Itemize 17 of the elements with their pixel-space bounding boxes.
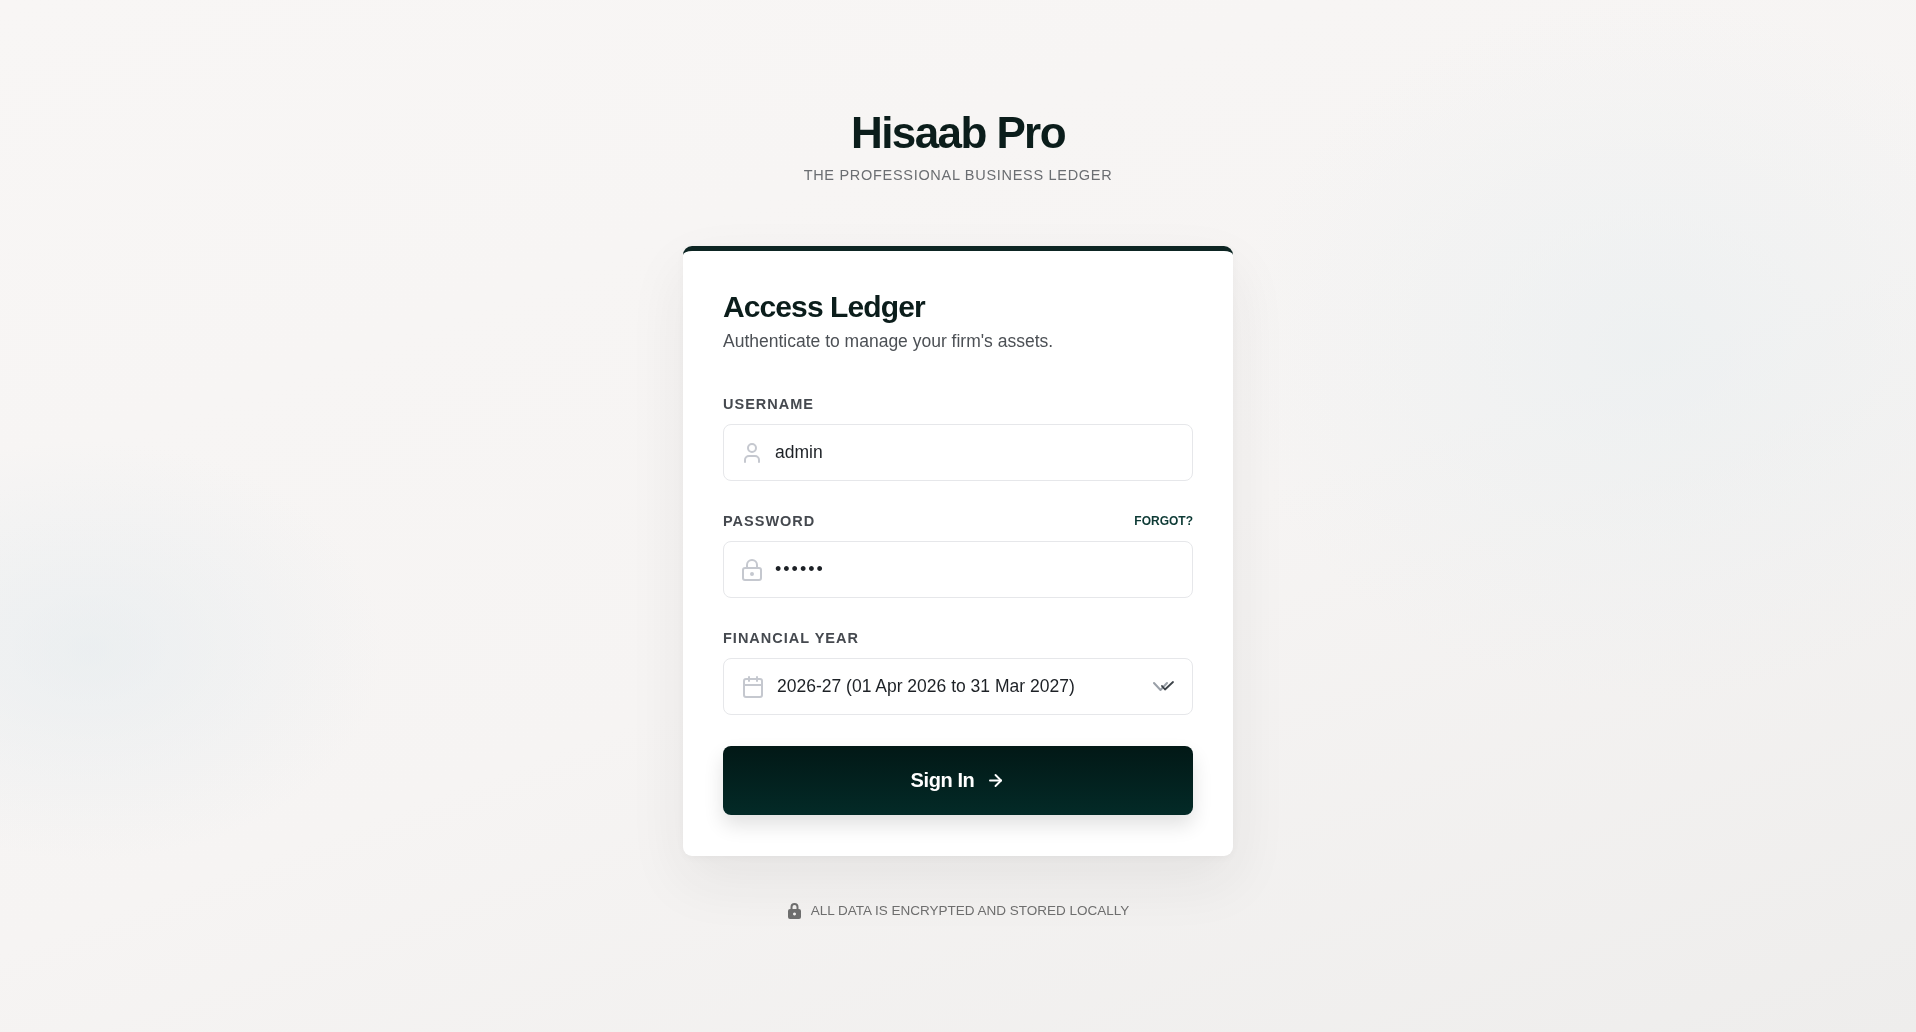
forgot-password-link[interactable]: FORGOT? (1134, 513, 1193, 529)
financial-year-select[interactable]: 2026-27 (01 Apr 2026 to 31 Mar 2027) (723, 658, 1193, 715)
calendar-icon (741, 674, 765, 699)
app-tagline: THE PROFESSIONAL BUSINESS LEDGER (803, 166, 1113, 184)
field-label: FINANCIAL YEAR (723, 629, 859, 647)
card-title: Access Ledger (723, 289, 927, 325)
username-field[interactable]: admin (723, 424, 1193, 481)
field-label: PASSWORD (723, 512, 816, 530)
password-field[interactable]: •••••• (723, 541, 1193, 598)
sign-in-button[interactable]: Sign In (723, 746, 1193, 815)
lock-icon (786, 902, 802, 919)
security-note: ALL DATA IS ENCRYPTED AND STORED LOCALLY (810, 902, 1130, 919)
field-label: USERNAME (723, 395, 814, 413)
chevron-down-icon (1153, 681, 1174, 692)
app-title: Hisaab Pro (851, 111, 1065, 155)
lock-icon (740, 557, 764, 582)
card-subtitle: Authenticate to manage your firm's assets. (723, 330, 1055, 353)
